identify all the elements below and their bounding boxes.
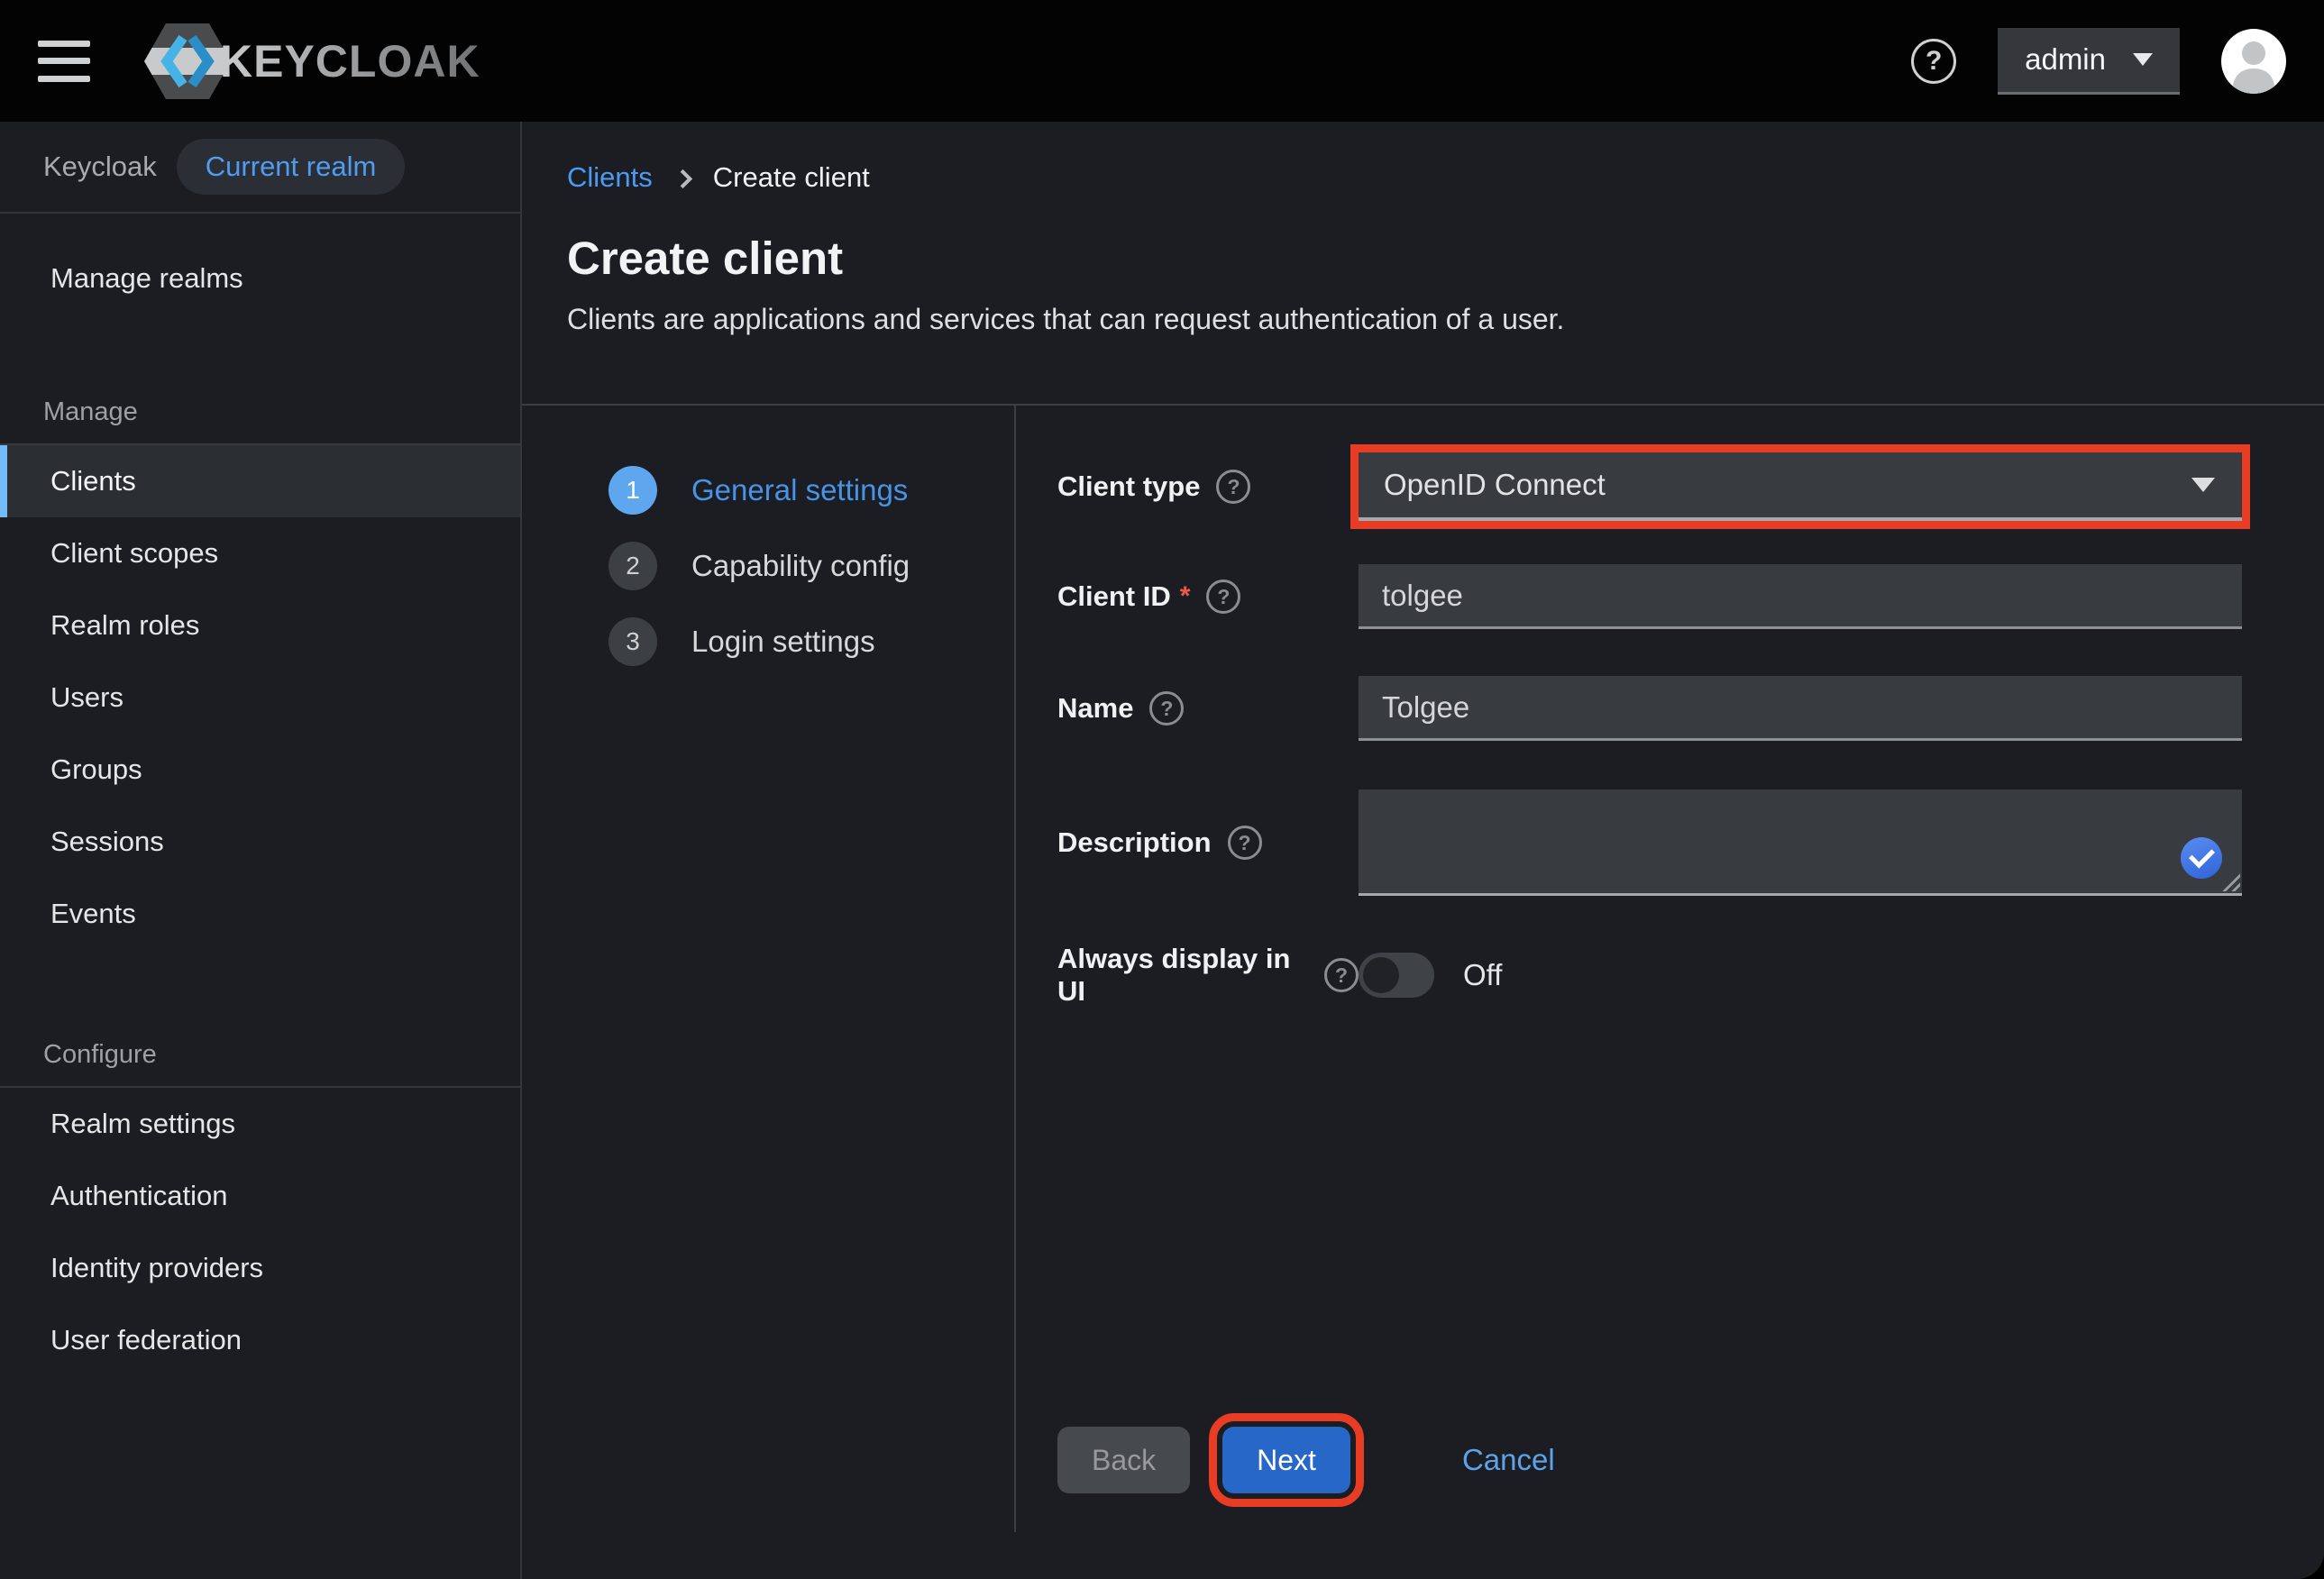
toggle-state-text: Off <box>1463 958 1502 992</box>
wizard-step-general-settings[interactable]: 1 General settings <box>522 452 1014 528</box>
sidebar-item-realm-roles[interactable]: Realm roles <box>0 589 520 662</box>
user-menu-dropdown[interactable]: admin <box>1998 28 2180 95</box>
brand-text: KEYCLOAK <box>220 35 480 87</box>
page-body: Keycloak Current realm Manage realms Man… <box>0 122 2324 1579</box>
step-1-circle: 1 <box>608 466 657 515</box>
question-circle-icon[interactable]: ? <box>1206 580 1240 614</box>
question-circle-icon[interactable]: ? <box>1149 691 1184 726</box>
create-client-wizard: 1 General settings 2 Capability config 3… <box>522 406 2324 1579</box>
extension-checkmark-badge[interactable] <box>2181 837 2222 879</box>
wizard-footer: Back Next Cancel <box>1057 1427 1555 1493</box>
breadcrumb-current: Create client <box>713 161 870 194</box>
sidebar-group-manage: Manage <box>0 397 520 427</box>
sidebar-item-client-scopes[interactable]: Client scopes <box>0 517 520 589</box>
cancel-link[interactable]: Cancel <box>1462 1443 1555 1477</box>
sidebar-item-sessions[interactable]: Sessions <box>0 806 520 878</box>
description-label: Description ? <box>1057 826 1359 860</box>
current-realm-pill[interactable]: Current realm <box>177 139 406 195</box>
question-circle-icon[interactable]: ? <box>1228 826 1262 860</box>
client-type-select[interactable]: OpenID Connect <box>1359 452 2242 521</box>
page-title: Create client <box>567 232 2270 285</box>
name-row: Name ? <box>1057 676 2324 741</box>
wizard-step-capability-config[interactable]: 2 Capability config <box>522 528 1014 604</box>
back-button[interactable]: Back <box>1057 1427 1190 1493</box>
toggle-knob <box>1363 957 1399 993</box>
client-id-input[interactable] <box>1359 564 2242 629</box>
hamburger-icon <box>38 41 90 47</box>
breadcrumb: Clients Create client <box>567 161 2270 194</box>
next-button[interactable]: Next <box>1222 1427 1350 1493</box>
sidebar-item-clients[interactable]: Clients <box>0 445 520 517</box>
description-textarea[interactable] <box>1359 790 2242 896</box>
chevron-down-icon <box>2133 53 2153 66</box>
user-name: admin <box>2025 42 2106 77</box>
sidebar-item-identity-providers[interactable]: Identity providers <box>0 1232 520 1304</box>
chevron-right-icon <box>673 169 692 187</box>
page-subtitle: Clients are applications and services th… <box>567 303 2270 336</box>
realm-switcher-label: Keycloak <box>43 151 157 183</box>
question-circle-icon[interactable]: ? <box>1324 958 1359 992</box>
client-id-label: Client ID * ? <box>1057 580 1359 614</box>
name-label: Name ? <box>1057 691 1359 726</box>
keycloak-admin-console: KEYCLOAK ? admin Keycloak Current realm <box>0 0 2324 1579</box>
always-display-label: Always display in UI ? <box>1057 943 1359 1008</box>
masthead-actions: ? admin <box>1911 28 2286 95</box>
client-id-row: Client ID * ? <box>1057 564 2324 629</box>
sidebar-item-user-federation[interactable]: User federation <box>0 1304 520 1376</box>
client-type-value: OpenID Connect <box>1384 468 1606 502</box>
masthead: KEYCLOAK ? admin <box>0 0 2324 122</box>
wizard-steps: 1 General settings 2 Capability config 3… <box>522 406 1014 1579</box>
wizard-step-login-settings[interactable]: 3 Login settings <box>522 604 1014 680</box>
required-asterisk: * <box>1180 581 1191 612</box>
breadcrumb-clients-link[interactable]: Clients <box>567 161 653 194</box>
keycloak-hexagon-icon <box>142 22 233 101</box>
client-type-row: Client type ? OpenID Connect <box>1057 452 2324 521</box>
always-display-toggle[interactable] <box>1359 953 1434 998</box>
main-content: Clients Create client Create client Clie… <box>522 122 2324 1579</box>
question-circle-icon[interactable]: ? <box>1216 470 1250 504</box>
sidebar-item-groups[interactable]: Groups <box>0 734 520 806</box>
step-3-circle: 3 <box>608 617 657 666</box>
person-icon <box>2221 29 2286 94</box>
help-icon[interactable]: ? <box>1911 39 1956 84</box>
general-settings-form: Client type ? OpenID Connect Clien <box>1014 406 2324 1579</box>
textarea-resize-handle[interactable] <box>2222 873 2240 891</box>
sidebar-item-events[interactable]: Events <box>0 878 520 950</box>
sidebar-item-authentication[interactable]: Authentication <box>0 1160 520 1232</box>
sidebar-item-realm-settings[interactable]: Realm settings <box>0 1088 520 1160</box>
avatar[interactable] <box>2221 29 2286 94</box>
step-2-circle: 2 <box>608 542 657 590</box>
sidebar-item-manage-realms[interactable]: Manage realms <box>0 242 520 315</box>
name-input[interactable] <box>1359 676 2242 741</box>
description-row: Description ? <box>1057 790 2324 896</box>
keycloak-logo[interactable]: KEYCLOAK <box>142 22 480 101</box>
chevron-down-icon <box>2191 478 2215 492</box>
sidebar: Keycloak Current realm Manage realms Man… <box>0 122 522 1579</box>
sidebar-toggle-button[interactable] <box>38 41 90 82</box>
realm-switcher: Keycloak Current realm <box>0 122 520 214</box>
page-header: Clients Create client Create client Clie… <box>522 122 2324 406</box>
sidebar-group-configure: Configure <box>0 1040 520 1070</box>
client-type-label: Client type ? <box>1057 470 1359 504</box>
always-display-row: Always display in UI ? Off <box>1057 943 2324 1008</box>
sidebar-item-users[interactable]: Users <box>0 662 520 734</box>
